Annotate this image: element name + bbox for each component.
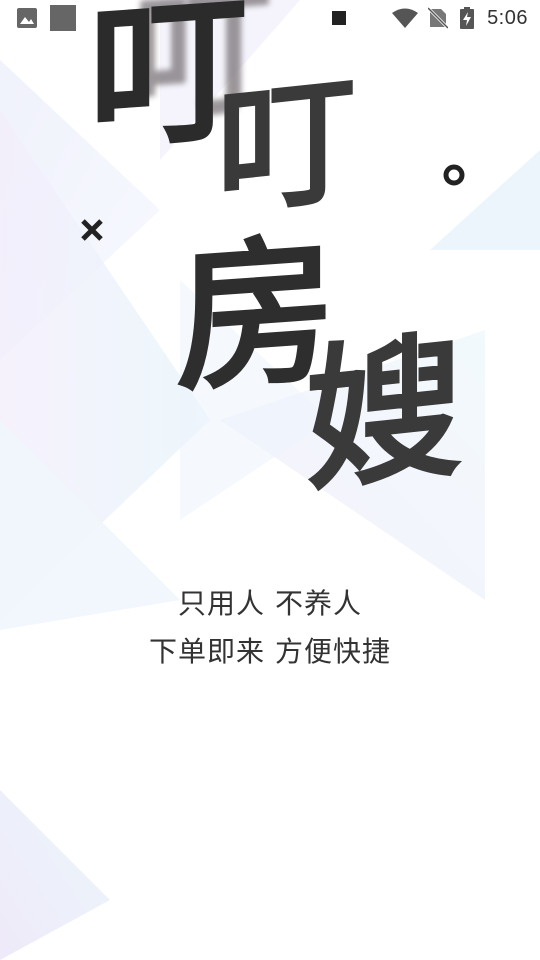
square-app-icon bbox=[50, 0, 76, 36]
battery-charging-icon bbox=[460, 0, 474, 36]
title-char-2: 叮 bbox=[216, 58, 357, 237]
image-icon bbox=[16, 0, 38, 36]
splash-screen: 5:06 叮 叮 叮 房 嫂 只用人 不养人 下单即来 方便快捷 bbox=[0, 0, 540, 960]
cross-icon bbox=[80, 218, 104, 246]
ring-icon bbox=[442, 163, 466, 191]
no-sim-icon bbox=[428, 0, 448, 36]
status-bar: 5:06 bbox=[0, 0, 540, 36]
title-char-4: 嫂 bbox=[306, 314, 462, 514]
status-time: 5:06 bbox=[487, 6, 528, 29]
slogan-line-1: 只用人 不养人 bbox=[178, 587, 362, 620]
wifi-icon bbox=[392, 0, 418, 36]
stop-square-icon bbox=[332, 0, 346, 36]
slogan-line-2: 下单即来 方便快捷 bbox=[149, 635, 391, 668]
